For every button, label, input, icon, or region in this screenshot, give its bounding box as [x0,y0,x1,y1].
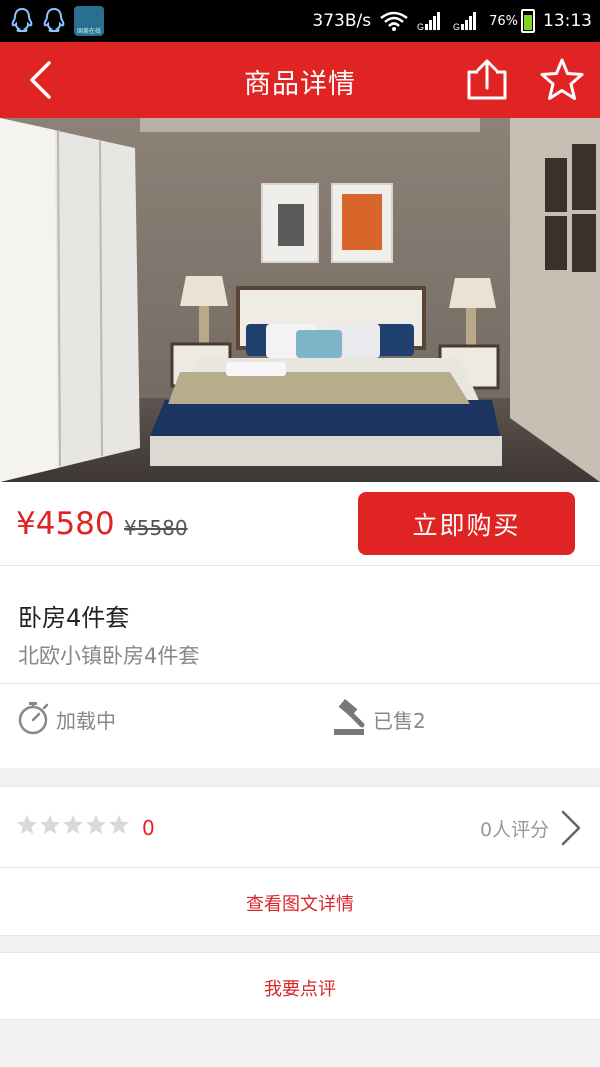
gavel-icon [334,699,365,735]
sold-count: 已售2 [373,709,426,733]
review-count: 0人评分 [480,819,550,841]
product-image[interactable] [0,118,600,482]
view-details-row[interactable]: 查看图文详情 [0,868,600,936]
share-icon [467,59,507,100]
favorite-button[interactable] [538,56,586,104]
wifi-icon [380,11,408,31]
svg-text:G: G [453,22,460,32]
status-bar: 国美在线 373B/s G G 76% 13:13 [0,0,600,42]
battery-percent: 76% [489,13,518,29]
product-subtitle: 北欧小镇卧房4件套 [18,644,200,668]
stopwatch-icon [18,702,49,735]
title-bar: 商品详情 [0,42,600,118]
rating-row[interactable]: 0 0人评分 [0,786,600,868]
product-info: 卧房4件套 北欧小镇卧房4件套 [0,566,600,684]
qq-icon [43,7,65,32]
chevron-right-icon [561,810,581,846]
clock: 13:13 [543,11,592,31]
write-review-row[interactable]: 我要点评 [0,952,600,1020]
rating-score: 0 [142,816,155,840]
qq-icon [11,7,33,32]
star-outline-icon [540,58,584,100]
bedroom-photo [0,118,600,482]
network-speed: 373B/s [312,11,372,31]
star-icon [63,815,83,834]
star-icon [17,815,37,834]
app-icon-label: 国美在线 [76,28,101,35]
signal-icon: G [417,12,441,32]
share-button[interactable] [464,58,510,104]
view-details-link[interactable]: 查看图文详情 [0,890,600,916]
battery-icon [521,9,535,33]
product-meta-row: 加载中 已售2 [0,684,600,768]
buy-now-button[interactable]: 立即购买 [358,492,575,555]
loading-status: 加载中 [56,709,116,733]
app-icon: 国美在线 [74,6,104,36]
star-icon [86,815,106,834]
signal-icon: G [453,12,477,32]
notification-icons: 国美在线 [0,6,104,36]
battery-indicator: 76% [489,9,535,33]
product-detail-page: 国美在线 373B/s G G 76% 13:13 商品详情 ¥4580 ¥55… [0,0,600,1067]
page-title: 商品详情 [244,69,356,100]
current-price: ¥4580 [16,506,115,542]
product-name: 卧房4件套 [18,604,130,632]
svg-text:G: G [417,22,424,32]
price-section: ¥4580 ¥5580 立即购买 [0,482,600,566]
rating-stars [16,814,130,836]
write-review-link[interactable]: 我要点评 [0,975,600,1001]
original-price: ¥5580 [124,516,188,540]
system-indicators: 373B/s G G 76% 13:13 [312,9,600,33]
star-icon [40,815,60,834]
star-icon [109,815,129,834]
